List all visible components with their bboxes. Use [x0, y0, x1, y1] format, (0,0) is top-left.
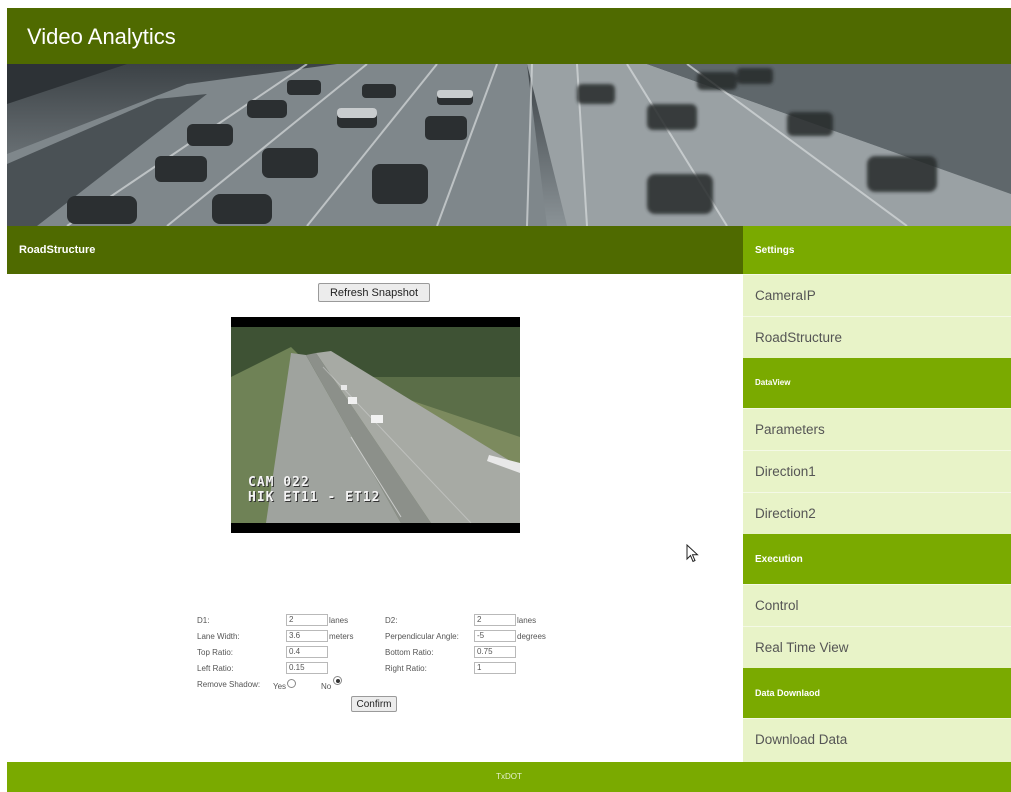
sidebar-item-real-time-view[interactable]: Real Time View — [743, 626, 1011, 668]
sidebar-item-label: Control — [755, 598, 799, 613]
bottom-ratio-input[interactable] — [474, 646, 516, 658]
sidebar-header-settings-label: Settings — [755, 245, 795, 256]
sidebar-item-parameters[interactable]: Parameters — [743, 408, 1011, 450]
sidebar-item-roadstructure[interactable]: RoadStructure — [743, 316, 1011, 358]
sidebar-header-execution-label: Execution — [755, 554, 803, 565]
sidebar-item-download-data[interactable]: Download Data — [743, 718, 1011, 762]
sidebar-item-label: Direction1 — [755, 464, 816, 479]
sidebar-header-data-download-label: Data Downlaod — [755, 688, 821, 698]
right-ratio-label: Right Ratio: — [385, 664, 427, 673]
footer: TxDOT — [7, 762, 1011, 792]
sidebar-item-label: Download Data — [755, 732, 848, 747]
road-structure-panel: Refresh Snapshot CAM 022 HIK ET11 - ET12… — [7, 274, 743, 762]
sidebar-item-label: CameraIP — [755, 288, 816, 303]
d2-input[interactable] — [474, 614, 516, 626]
section-header: RoadStructure — [7, 226, 743, 274]
section-title: RoadStructure — [19, 244, 96, 256]
refresh-snapshot-button[interactable]: Refresh Snapshot — [318, 283, 430, 302]
sidebar-item-label: Direction2 — [755, 506, 816, 521]
camera-label-line1: CAM 022 — [248, 475, 310, 490]
sidebar-header-dataview-label: DataView — [755, 378, 791, 387]
right-ratio-input[interactable] — [474, 662, 516, 674]
camera-snapshot: CAM 022 HIK ET11 - ET12 — [231, 317, 520, 533]
sidebar-header-settings: Settings — [743, 226, 1011, 274]
top-bar: Video Analytics — [7, 8, 1011, 64]
lane-width-label: Lane Width: — [197, 632, 240, 641]
mouse-pointer-icon — [686, 544, 699, 563]
sidebar-item-direction2[interactable]: Direction2 — [743, 492, 1011, 534]
lane-width-unit: meters — [329, 632, 354, 641]
perpendicular-angle-label: Perpendicular Angle: — [385, 632, 459, 641]
perpendicular-angle-unit: degrees — [517, 632, 546, 641]
sidebar-item-direction1[interactable]: Direction1 — [743, 450, 1011, 492]
remove-shadow-no-label: No — [321, 682, 332, 691]
sidebar-item-label: RoadStructure — [755, 330, 843, 345]
bottom-ratio-label: Bottom Ratio: — [385, 648, 434, 657]
sidebar-nav: Settings CameraIP RoadStructure DataView… — [743, 226, 1011, 762]
d1-label: D1: — [197, 616, 210, 625]
header-banner-image — [7, 64, 1011, 226]
remove-shadow-label: Remove Shadow: — [197, 680, 261, 689]
camera-label-line2: HIK ET11 - ET12 — [248, 490, 381, 505]
remove-shadow-yes-label: Yes — [273, 682, 287, 691]
sidebar-header-dataview: DataView — [743, 358, 1011, 408]
sidebar-item-label: Real Time View — [755, 640, 849, 655]
remove-shadow-yes-radio[interactable] — [287, 679, 296, 688]
confirm-button[interactable]: Confirm — [351, 696, 397, 712]
top-ratio-input[interactable] — [286, 646, 328, 658]
app-window: Video Analytics RoadStructure Refresh Sn… — [7, 8, 1011, 792]
d1-input[interactable] — [286, 614, 328, 626]
d2-label: D2: — [385, 616, 398, 625]
left-ratio-label: Left Ratio: — [197, 664, 234, 673]
app-title: Video Analytics — [27, 24, 176, 49]
remove-shadow-no-radio[interactable] — [333, 676, 342, 685]
sidebar-item-control[interactable]: Control — [743, 584, 1011, 626]
sidebar-item-label: Parameters — [755, 422, 825, 437]
sidebar-header-data-download: Data Downlaod — [743, 668, 1011, 718]
lane-width-input[interactable] — [286, 630, 328, 642]
top-ratio-label: Top Ratio: — [197, 648, 234, 657]
d1-unit: lanes — [329, 616, 349, 625]
footer-text: TxDOT — [496, 772, 522, 781]
perpendicular-angle-input[interactable] — [474, 630, 516, 642]
sidebar-header-execution: Execution — [743, 534, 1011, 584]
sidebar-item-cameraip[interactable]: CameraIP — [743, 274, 1011, 316]
left-ratio-input[interactable] — [286, 662, 328, 674]
d2-unit: lanes — [517, 616, 537, 625]
